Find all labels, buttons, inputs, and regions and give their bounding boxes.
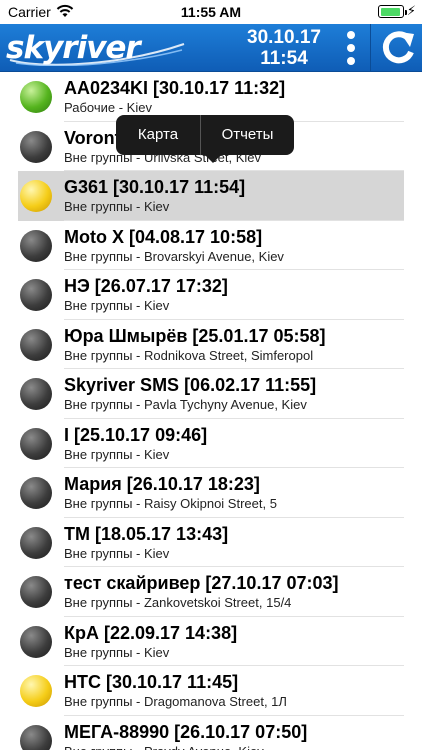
more-menu-button[interactable] xyxy=(334,26,368,70)
vehicle-subtitle: Вне группы - Zankovetskoi Street, 15/4 xyxy=(64,595,292,610)
list-item[interactable]: TM [18.05.17 13:43] Вне группы - Kiev xyxy=(0,518,422,567)
status-globe-icon xyxy=(20,81,52,113)
list-item[interactable]: КрА [22.09.17 14:38] Вне группы - Kiev xyxy=(0,617,422,666)
vehicle-subtitle: Вне группы - Kiev xyxy=(64,545,170,561)
status-globe-icon xyxy=(20,378,52,410)
battery-icon xyxy=(378,5,407,18)
list-item[interactable]: Skyriver SMS [06.02.17 11:55] Вне группы … xyxy=(0,369,422,419)
vehicle-subtitle: Вне группы - Kiev xyxy=(64,298,170,313)
vehicle-subtitle: Вне группы - Kiev xyxy=(64,644,170,660)
status-globe-icon xyxy=(20,180,52,212)
header-separator xyxy=(370,24,371,72)
list-item[interactable]: Мария [26.10.17 18:23] Вне группы - Raisy… xyxy=(0,468,422,518)
vehicle-title: G361 [30.10.17 11:54] xyxy=(64,177,246,197)
context-popup: Карта Отчеты xyxy=(116,115,294,163)
vehicle-title: TM [18.05.17 13:43] xyxy=(64,523,229,544)
vehicle-title: тест скайривер [27.10.17 07:03] xyxy=(64,573,339,593)
charging-icon: ⚡ xyxy=(406,3,416,18)
status-globe-icon xyxy=(20,130,52,163)
popup-map-button[interactable]: Карта xyxy=(116,115,200,155)
vehicle-title: КрА [22.09.17 14:38] xyxy=(64,622,238,643)
status-bar: Carrier 11:55 AM ⚡ xyxy=(0,0,422,24)
app-header: skyriver 30.10.17 11:54 xyxy=(0,24,422,72)
list-item[interactable]: G361 [30.10.17 11:54] Вне группы - Kiev xyxy=(0,171,422,221)
popup-arrow xyxy=(204,154,222,163)
vehicle-subtitle: Вне группы - Pravdy Avenue, Kiev xyxy=(64,744,264,750)
vehicle-title: МЕГА-88990 [26.10.17 07:50] xyxy=(64,721,308,742)
list-item[interactable]: тест скайривер [27.10.17 07:03] Вне групп… xyxy=(0,567,422,617)
skyriver-logo: skyriver xyxy=(6,30,188,66)
vehicle-subtitle: Вне группы - Raisy Okipnoi Street, 5 xyxy=(64,496,277,511)
status-globe-icon xyxy=(20,477,52,509)
status-time: 11:55 AM xyxy=(180,4,242,20)
vehicle-title: Skyriver SMS [06.02.17 11:55] xyxy=(64,375,317,395)
popup-reports-button[interactable]: Отчеты xyxy=(201,115,294,155)
vehicle-title: Voront xyxy=(64,127,121,148)
vehicle-subtitle: Вне группы - Brovarskyi Avenue, Kiev xyxy=(64,248,284,264)
status-globe-icon xyxy=(20,576,52,608)
vehicle-title: AA0234KI [30.10.17 11:32] xyxy=(64,78,286,98)
vehicle-subtitle: Вне группы - Kiev xyxy=(64,446,170,462)
list-item[interactable]: МЕГА-88990 [26.10.17 07:50] Вне группы - … xyxy=(0,716,422,750)
vehicle-title: I [25.10.17 09:46] xyxy=(64,424,208,445)
vehicle-list: AA0234KI [30.10.17 11:32] Рабочие - Kiev V… xyxy=(0,72,422,750)
status-globe-icon xyxy=(20,427,52,460)
status-globe-icon xyxy=(20,526,52,559)
list-item[interactable]: I [25.10.17 09:46] Вне группы - Kiev xyxy=(0,419,422,468)
vehicle-title: Moto X [04.08.17 10:58] xyxy=(64,226,263,247)
header-time: 11:54 xyxy=(260,48,308,69)
list-item[interactable]: HTC [30.10.17 11:45] Вне группы - Dragoma… xyxy=(0,666,422,716)
vehicle-title: HTC [30.10.17 11:45] xyxy=(64,672,239,692)
vehicle-title: НЭ [26.07.17 17:32] xyxy=(64,276,228,296)
header-date: 30.10.17 xyxy=(247,27,321,48)
list-item[interactable]: НЭ [26.07.17 17:32] Вне группы - Kiev xyxy=(0,270,422,320)
vehicle-subtitle: Вне группы - Kiev xyxy=(64,199,170,214)
vehicle-title: Мария [26.10.17 18:23] xyxy=(64,474,260,494)
status-globe-icon xyxy=(20,279,52,311)
vehicle-subtitle: Вне группы - Dragomanova Street, 1Л xyxy=(64,694,287,709)
status-globe-icon xyxy=(20,675,52,707)
status-globe-icon xyxy=(20,328,52,361)
vehicle-subtitle: Вне группы - Rodnikova Street, Simferopo… xyxy=(64,347,314,363)
vehicle-title: Юра Шмырёв [25.01.17 05:58] xyxy=(64,325,326,346)
vehicle-subtitle: Рабочие - Kiev xyxy=(64,100,152,115)
list-item[interactable]: Юра Шмырёв [25.01.17 05:58] Вне группы - … xyxy=(0,320,422,369)
vehicle-subtitle: Вне группы - Pavla Tychyny Avenue, Kiev xyxy=(64,397,307,412)
status-globe-icon xyxy=(20,724,52,750)
status-globe-icon xyxy=(20,625,52,658)
list-item[interactable]: Moto X [04.08.17 10:58] Вне группы - Brov… xyxy=(0,221,422,270)
header-datetime: 30.10.17 11:54 xyxy=(236,27,332,69)
refresh-icon[interactable] xyxy=(378,28,418,68)
status-globe-icon xyxy=(20,229,52,262)
